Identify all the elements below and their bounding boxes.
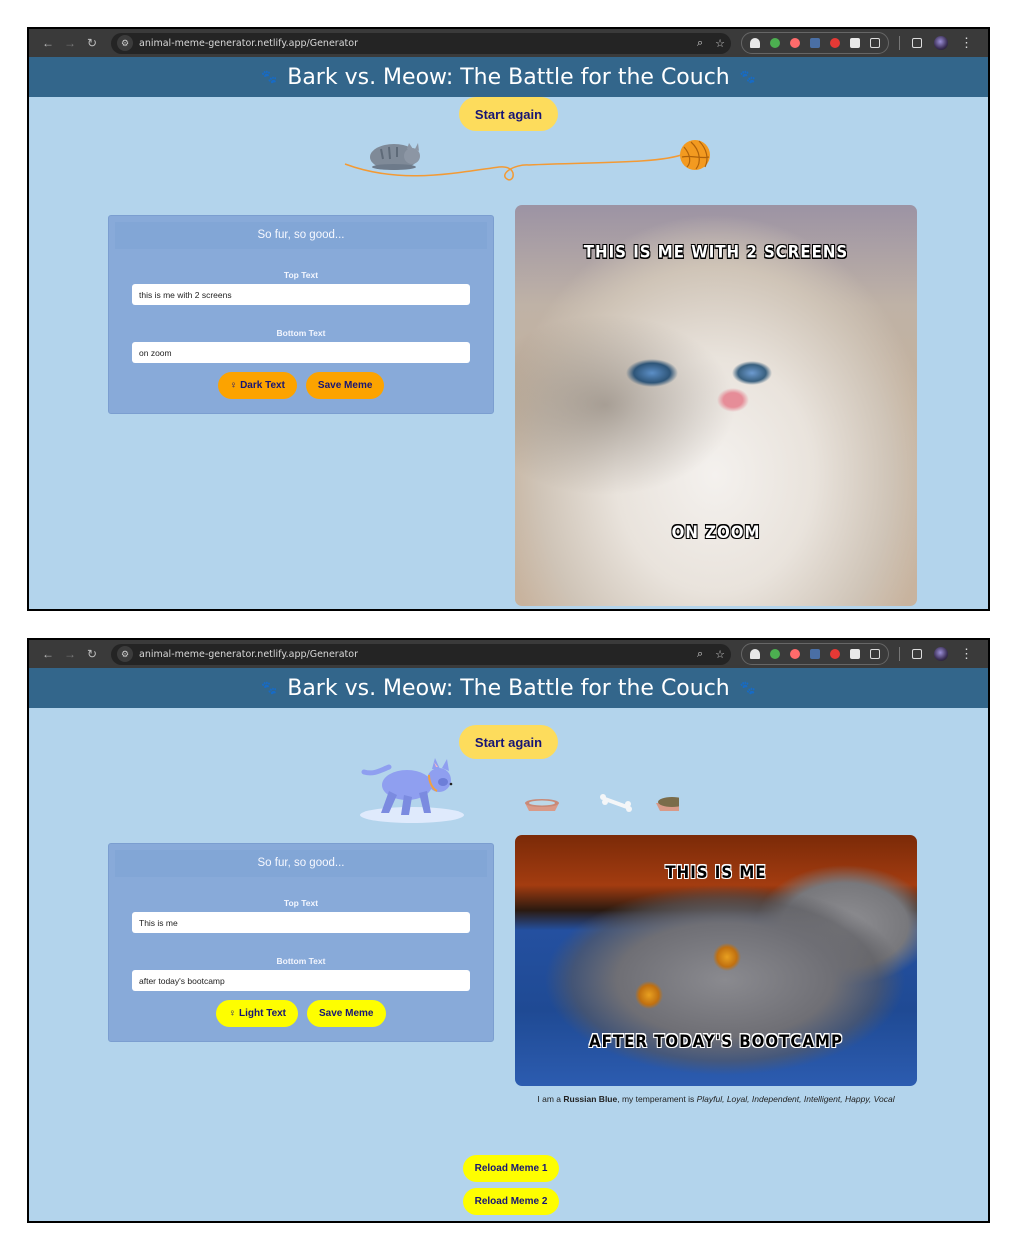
lightbulb-icon: ♀ — [228, 1008, 236, 1019]
screenshot-2: ← → ↻ ⚙ animal-meme-generator.netlify.ap… — [27, 638, 990, 1223]
paw-icon: 🐾 — [739, 69, 756, 85]
meme-form-panel: So fur, so good... Top Text Bottom Text … — [108, 215, 494, 414]
extensions-group — [741, 643, 889, 665]
form-title: So fur, so good... — [115, 850, 487, 877]
sleeping-cat-icon — [370, 143, 420, 170]
more-menu-icon[interactable]: ⋮ — [960, 646, 973, 662]
yarn-ball-icon — [680, 140, 710, 170]
divider — [899, 647, 900, 661]
side-panel-icon[interactable] — [912, 38, 922, 48]
app-header: 🐾 Bark vs. Meow: The Battle for the Couc… — [29, 668, 988, 708]
meme-bottom-text: ON ZOOM — [671, 521, 761, 543]
extension-record-icon[interactable] — [830, 649, 840, 659]
extensions-puzzle-icon[interactable] — [870, 38, 880, 48]
side-panel-icon[interactable] — [912, 649, 922, 659]
bottom-text-label: Bottom Text — [276, 328, 326, 338]
site-settings-icon[interactable]: ⚙ — [117, 35, 133, 51]
caption-middle: , my temperament is — [617, 1094, 697, 1104]
more-menu-icon[interactable]: ⋮ — [960, 35, 973, 51]
dog-bowls-illustration — [360, 758, 679, 823]
sleeping-cat-yarn-illustration — [344, 140, 710, 181]
dog-icon — [360, 758, 464, 823]
browser-toolbar: ← → ↻ ⚙ animal-meme-generator.netlify.ap… — [29, 29, 988, 57]
save-meme-button[interactable]: Save Meme — [305, 372, 385, 399]
extension-clipboard-icon[interactable] — [850, 649, 860, 659]
breed-caption: I am a Russian Blue, my temperament is P… — [515, 1094, 917, 1104]
extension-arrow-icon[interactable] — [790, 38, 800, 48]
extension-arrow-icon[interactable] — [790, 649, 800, 659]
extensions-group — [741, 32, 889, 54]
lightbulb-icon: ♀ — [229, 380, 238, 391]
page-title: Bark vs. Meow: The Battle for the Couch — [287, 64, 730, 90]
meme-form-panel: So fur, so good... Top Text Bottom Text … — [108, 843, 494, 1042]
bottom-text-label: Bottom Text — [276, 956, 326, 966]
app-header: 🐾 Bark vs. Meow: The Battle for the Couc… — [29, 57, 988, 97]
meme-image: THIS IS ME AFTER TODAY'S BOOTCAMP — [515, 835, 917, 1086]
back-icon[interactable]: ← — [37, 36, 59, 50]
reload-icon[interactable]: ↻ — [81, 647, 103, 661]
breed-name: Russian Blue — [563, 1094, 618, 1104]
address-bar[interactable]: ⚙ animal-meme-generator.netlify.app/Gene… — [111, 643, 731, 665]
meme-image: THIS IS ME WITH 2 SCREENS ON ZOOM — [515, 205, 917, 606]
paw-icon: 🐾 — [739, 680, 756, 696]
forward-icon[interactable]: → — [59, 647, 81, 661]
meme-top-text: THIS IS ME WITH 2 SCREENS — [583, 241, 849, 263]
profile-avatar[interactable] — [934, 647, 948, 661]
bookmark-star-icon[interactable]: ☆ — [715, 37, 725, 50]
caption-prefix: I am a — [537, 1094, 564, 1104]
extension-clipboard-icon[interactable] — [850, 38, 860, 48]
save-meme-button[interactable]: Save Meme — [307, 1000, 386, 1027]
reload-icon[interactable]: ↻ — [81, 36, 103, 50]
start-again-button[interactable]: Start again — [458, 725, 559, 759]
paw-icon: 🐾 — [261, 69, 278, 85]
reload-meme-2-button[interactable]: Reload Meme 2 — [463, 1188, 559, 1215]
top-text-input[interactable] — [132, 284, 470, 305]
meme-top-text: THIS IS ME — [665, 861, 767, 883]
extension-cloud-icon[interactable] — [750, 38, 760, 48]
extension-dots-icon[interactable] — [810, 649, 820, 659]
extension-record-icon[interactable] — [830, 38, 840, 48]
forward-icon[interactable]: → — [59, 36, 81, 50]
toggle-label: Light Text — [238, 1008, 287, 1019]
start-again-button[interactable]: Start again — [458, 97, 559, 131]
profile-avatar[interactable] — [934, 36, 948, 50]
bottom-text-input[interactable] — [132, 342, 470, 363]
top-text-input[interactable] — [132, 912, 470, 933]
extension-dots-icon[interactable] — [810, 38, 820, 48]
divider — [899, 36, 900, 50]
bone-icon — [600, 794, 632, 812]
text-color-toggle-button[interactable]: ♀ Light Text — [216, 1000, 299, 1027]
page-title: Bark vs. Meow: The Battle for the Couch — [287, 675, 730, 701]
screenshot-1: ← → ↻ ⚙ animal-meme-generator.netlify.ap… — [27, 27, 990, 611]
back-icon[interactable]: ← — [37, 647, 59, 661]
zoom-icon[interactable]: ⌕ — [697, 648, 703, 661]
top-text-label: Top Text — [283, 898, 319, 908]
water-bowl-icon — [525, 799, 559, 811]
extension-tree-icon[interactable] — [770, 38, 780, 48]
bottom-text-input[interactable] — [132, 970, 470, 991]
meme-bottom-text: AFTER TODAY'S BOOTCAMP — [589, 1030, 843, 1052]
extension-cloud-icon[interactable] — [750, 649, 760, 659]
text-color-toggle-button[interactable]: ♀ Dark Text — [217, 372, 297, 399]
extensions-puzzle-icon[interactable] — [870, 649, 880, 659]
address-bar[interactable]: ⚙ animal-meme-generator.netlify.app/Gene… — [111, 32, 731, 54]
extension-tree-icon[interactable] — [770, 649, 780, 659]
form-title: So fur, so good... — [115, 222, 487, 249]
url-text[interactable]: animal-meme-generator.netlify.app/Genera… — [139, 38, 358, 49]
browser-toolbar: ← → ↻ ⚙ animal-meme-generator.netlify.ap… — [29, 640, 988, 668]
zoom-icon[interactable]: ⌕ — [697, 37, 703, 50]
paw-icon: 🐾 — [261, 680, 278, 696]
bookmark-star-icon[interactable]: ☆ — [715, 648, 725, 661]
top-text-label: Top Text — [283, 270, 319, 280]
toggle-label: Dark Text — [240, 380, 285, 391]
reload-meme-1-button[interactable]: Reload Meme 1 — [463, 1155, 559, 1182]
temperament-list: Playful, Loyal, Independent, Intelligent… — [696, 1094, 895, 1104]
site-settings-icon[interactable]: ⚙ — [117, 646, 133, 662]
food-bowl-icon — [656, 797, 679, 811]
url-text[interactable]: animal-meme-generator.netlify.app/Genera… — [139, 649, 358, 660]
